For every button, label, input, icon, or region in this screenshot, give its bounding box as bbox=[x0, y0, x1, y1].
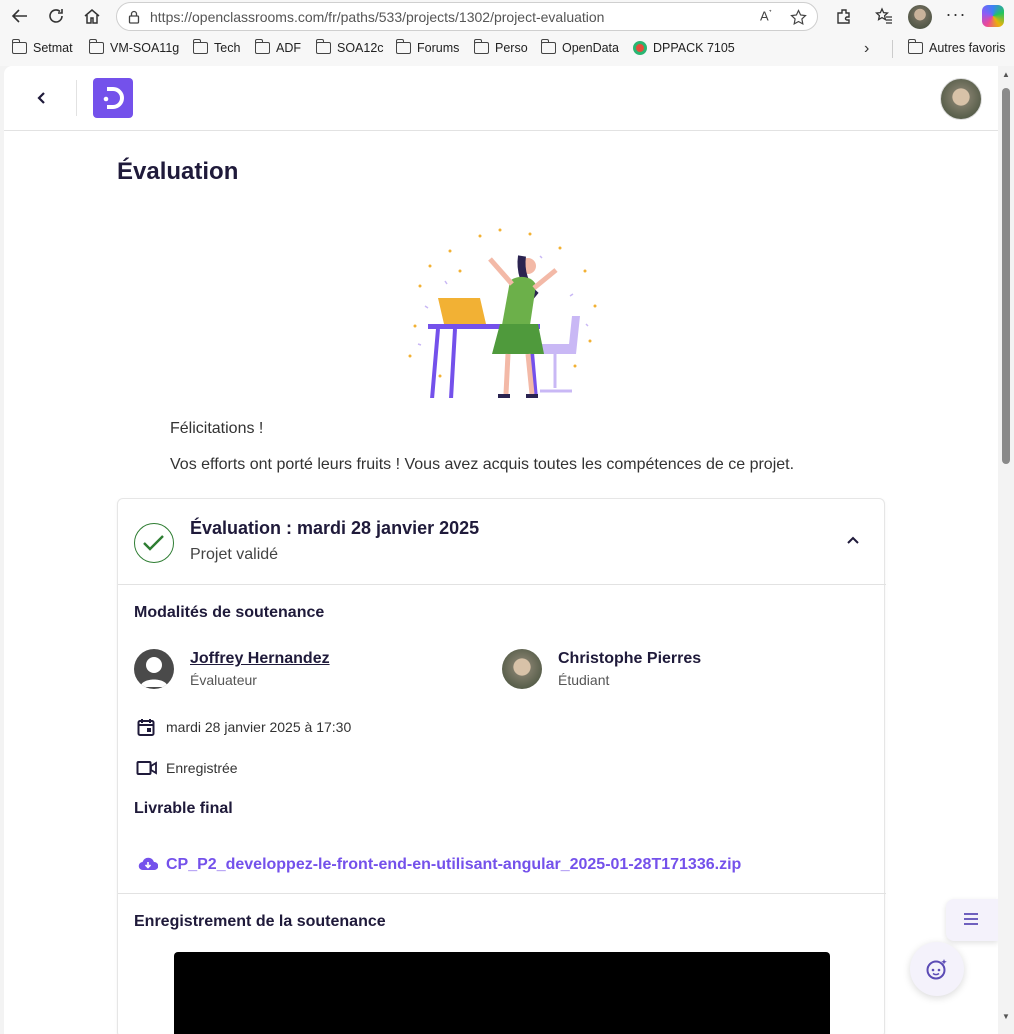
bookmark-opendata[interactable]: OpenData bbox=[540, 39, 619, 55]
evaluator-role: Évaluateur bbox=[190, 672, 257, 688]
lock-icon bbox=[128, 10, 140, 24]
folder-icon bbox=[192, 39, 208, 54]
hamburger-menu-icon bbox=[964, 913, 978, 925]
bookmark-label: ADF bbox=[276, 41, 301, 55]
recording-title: Enregistrement de la soutenance bbox=[134, 913, 386, 930]
folder-icon bbox=[540, 39, 556, 54]
deliverable-download-link[interactable]: CP_P2_developpez-le-front-end-en-utilisa… bbox=[166, 856, 741, 874]
folder-icon bbox=[315, 39, 331, 54]
evaluation-status: Projet validé bbox=[190, 546, 279, 563]
favorites-icon[interactable] bbox=[870, 2, 898, 30]
more-menu-icon[interactable]: ··· bbox=[942, 0, 970, 28]
deliverable-title: Livrable final bbox=[134, 800, 233, 817]
assistant-fab[interactable] bbox=[910, 942, 964, 996]
folder-icon bbox=[88, 39, 104, 54]
calendar-icon bbox=[136, 717, 156, 737]
site-header bbox=[4, 66, 998, 131]
bookmark-label: OpenData bbox=[562, 41, 619, 55]
bookmark-label: DPPACK 7105 bbox=[653, 41, 735, 55]
evaluator-info: Joffrey Hernandez Évaluateur bbox=[190, 650, 330, 688]
favorite-star-icon[interactable] bbox=[790, 9, 807, 26]
home-icon[interactable] bbox=[78, 2, 106, 30]
bookmark-label: Setmat bbox=[33, 41, 73, 55]
bookmark-label: Autres favoris bbox=[929, 41, 1006, 55]
evaluation-date: mardi 28 janvier 2025 à 17:30 bbox=[166, 719, 352, 735]
modalities-title: Modalités de soutenance bbox=[134, 604, 325, 621]
url-text: https://openclassrooms.com/fr/paths/533/… bbox=[150, 9, 605, 25]
bookmark-label: Forums bbox=[417, 41, 460, 55]
bookmark-vm-soa11g[interactable]: VM-SOA11g bbox=[88, 39, 180, 55]
bookmark-soa12c[interactable]: SOA12c bbox=[315, 39, 384, 55]
bookmark-label: SOA12c bbox=[337, 41, 384, 55]
recording-status: Enregistrée bbox=[166, 760, 238, 776]
evaluation-card: Évaluation : mardi 28 janvier 2025 Proje… bbox=[117, 498, 886, 1034]
folder-icon bbox=[395, 39, 411, 54]
bookmark-label: Perso bbox=[495, 41, 528, 55]
check-icon bbox=[134, 523, 174, 563]
user-avatar[interactable] bbox=[940, 78, 982, 120]
ai-assistant-icon bbox=[926, 959, 947, 980]
chevron-up-icon[interactable] bbox=[844, 532, 862, 550]
folder-icon bbox=[907, 39, 923, 54]
read-aloud-icon[interactable]: Aᐩ bbox=[760, 8, 772, 23]
copilot-icon[interactable] bbox=[982, 5, 1004, 27]
celebration-illustration bbox=[400, 226, 604, 400]
evaluator-name-link[interactable]: Joffrey Hernandez bbox=[190, 650, 330, 668]
congrats-text: Félicitations ! bbox=[170, 420, 264, 437]
address-bar[interactable]: https://openclassrooms.com/fr/paths/533/… bbox=[116, 2, 818, 31]
scroll-up-icon[interactable]: ▲ bbox=[1002, 70, 1010, 79]
reload-icon[interactable] bbox=[42, 2, 70, 30]
evaluation-heading: Évaluation : mardi 28 janvier 2025 bbox=[190, 518, 480, 538]
web-page: Évaluation Félicitations ! Vos efforts o… bbox=[4, 66, 998, 1034]
page-scrollbar[interactable]: ▲ ▼ bbox=[998, 66, 1014, 1034]
scroll-down-icon[interactable]: ▼ bbox=[1002, 1012, 1010, 1021]
student-avatar bbox=[502, 649, 542, 689]
section-divider bbox=[118, 893, 886, 894]
header-divider bbox=[76, 80, 77, 116]
browser-chrome: https://openclassrooms.com/fr/paths/533/… bbox=[0, 0, 1014, 66]
student-role: Étudiant bbox=[558, 672, 610, 688]
cloud-download-icon bbox=[138, 856, 159, 872]
bookmark-other-favorites[interactable]: Autres favoris bbox=[907, 39, 1006, 55]
student-name: Christophe Pierres bbox=[558, 650, 702, 667]
chevron-right-icon[interactable]: › bbox=[864, 40, 869, 58]
bookmark-adf[interactable]: ADF bbox=[254, 39, 301, 55]
bookmark-label: VM-SOA11g bbox=[110, 41, 180, 55]
bookmark-dppack[interactable]: DPPACK 7105 bbox=[633, 41, 735, 55]
back-icon[interactable] bbox=[6, 2, 34, 30]
evaluation-header[interactable]: Évaluation : mardi 28 janvier 2025 Proje… bbox=[118, 499, 886, 585]
folder-icon bbox=[11, 39, 27, 54]
scroll-thumb[interactable] bbox=[1002, 88, 1010, 464]
bookmark-label: Tech bbox=[214, 41, 241, 55]
success-message: Vos efforts ont porté leurs fruits ! Vou… bbox=[170, 456, 795, 473]
openclassrooms-logo[interactable] bbox=[93, 78, 133, 118]
profile-avatar[interactable] bbox=[908, 5, 932, 29]
page-title: Évaluation bbox=[117, 158, 239, 185]
student-info: Christophe Pierres Étudiant bbox=[558, 650, 701, 688]
recording-video-player[interactable] bbox=[174, 952, 830, 1034]
bookmark-tech[interactable]: Tech bbox=[192, 39, 241, 55]
folder-icon bbox=[254, 39, 270, 54]
divider bbox=[892, 40, 893, 58]
bookmark-forums[interactable]: Forums bbox=[395, 39, 460, 55]
menu-fab[interactable] bbox=[946, 899, 998, 941]
bookmarks-bar: Setmat VM-SOA11g Tech ADF SOA12c Forums … bbox=[0, 38, 1014, 62]
browser-toolbar: https://openclassrooms.com/fr/paths/533/… bbox=[0, 0, 1014, 34]
bookmark-perso[interactable]: Perso bbox=[473, 39, 528, 55]
back-chevron-icon[interactable] bbox=[32, 88, 52, 108]
extensions-icon[interactable] bbox=[830, 2, 858, 30]
evaluator-avatar bbox=[134, 649, 174, 689]
video-camera-icon bbox=[136, 759, 158, 777]
folder-icon bbox=[473, 39, 489, 54]
site-icon bbox=[633, 41, 647, 55]
bookmark-setmat[interactable]: Setmat bbox=[11, 39, 73, 55]
